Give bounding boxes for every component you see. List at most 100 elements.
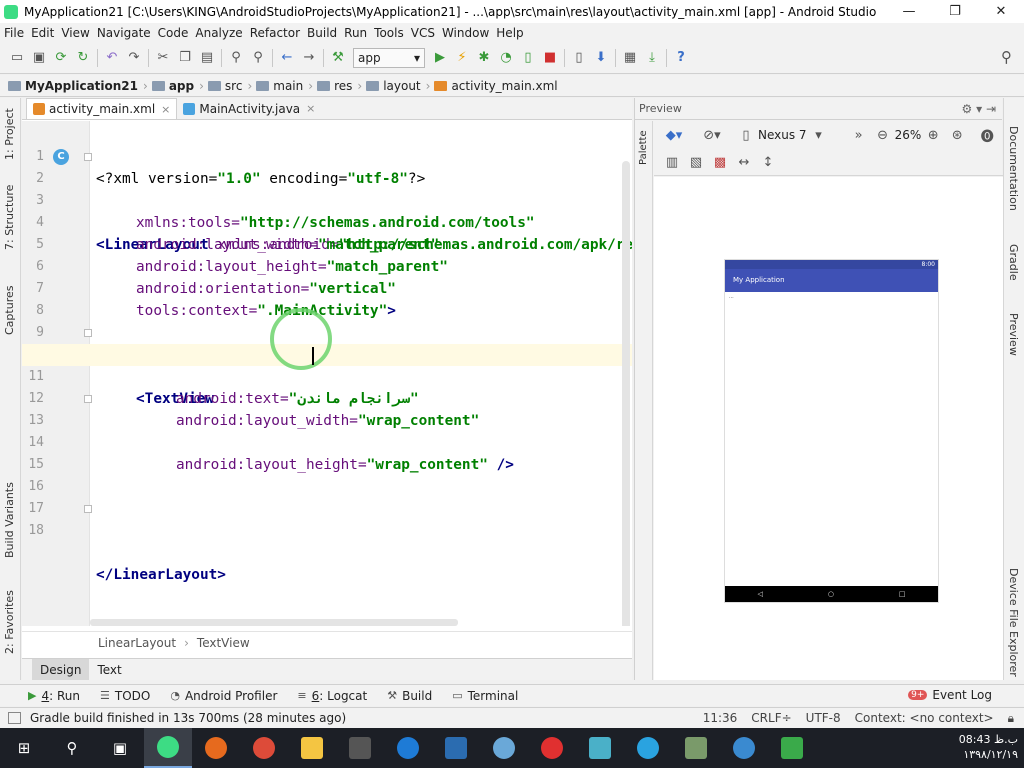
device-select[interactable]: Nexus 7 bbox=[758, 128, 807, 142]
profile-icon[interactable]: ◔ bbox=[495, 47, 517, 69]
paint-icon[interactable] bbox=[480, 728, 528, 768]
tab-activity-main-xml[interactable]: activity_main.xml × bbox=[26, 98, 178, 119]
paste-icon[interactable]: ▤ bbox=[196, 47, 218, 69]
chrome-icon[interactable] bbox=[240, 728, 288, 768]
tool-build-variants[interactable]: Build Variants bbox=[3, 482, 16, 558]
tool-run[interactable]: ▶ 4: Run bbox=[28, 689, 80, 703]
maximize-button[interactable]: ❐ bbox=[932, 0, 978, 23]
tool-favorites[interactable]: 2: Favorites bbox=[3, 590, 16, 654]
project-structure-icon[interactable]: ▦ bbox=[619, 47, 641, 69]
help-icon[interactable]: ? bbox=[670, 47, 692, 69]
tab-text[interactable]: Text bbox=[89, 659, 129, 680]
tool-palette[interactable]: Palette bbox=[638, 130, 649, 165]
nav-crumb-src[interactable]: src › bbox=[207, 79, 252, 93]
nav-crumb-file[interactable]: activity_main.xml bbox=[434, 79, 558, 93]
forward-icon[interactable]: → bbox=[298, 47, 320, 69]
nav-crumb-layout[interactable]: layout › bbox=[366, 79, 430, 93]
zoom-out-icon[interactable]: ⊖ bbox=[871, 125, 895, 145]
avd-manager-icon[interactable]: ▯ bbox=[568, 47, 590, 69]
menu-vcs[interactable]: VCS bbox=[411, 26, 435, 40]
nav-crumb-main[interactable]: main › bbox=[256, 79, 313, 93]
tool-captures[interactable]: Captures bbox=[3, 286, 16, 335]
tool-gradle[interactable]: Gradle bbox=[1007, 244, 1020, 281]
telegram-icon[interactable] bbox=[624, 728, 672, 768]
tool-android-profiler[interactable]: ◔ Android Profiler bbox=[170, 689, 277, 703]
preview-settings-icon[interactable]: ⚙ ▾ ⇥ bbox=[962, 102, 996, 116]
tool-terminal[interactable]: ▭ Terminal bbox=[452, 689, 518, 703]
menu-help[interactable]: Help bbox=[496, 26, 523, 40]
emulator-icon[interactable] bbox=[672, 728, 720, 768]
status-message[interactable]: Gradle build finished in 13s 700ms (28 m… bbox=[30, 711, 346, 725]
tool-windows-toggle-icon[interactable] bbox=[8, 712, 21, 724]
sync-project-icon[interactable]: ↻ bbox=[72, 47, 94, 69]
system-clock[interactable]: 08:43 ب.ظ ۱۳۹۸/۱۲/۱۹ bbox=[959, 732, 1018, 762]
menu-tools[interactable]: Tools bbox=[374, 26, 404, 40]
tool-documentation[interactable]: Documentation bbox=[1007, 126, 1020, 211]
code-area[interactable]: 1 <?xml version="1.0" encoding="utf-8"?>… bbox=[22, 121, 632, 626]
run-icon[interactable]: ▶ bbox=[429, 47, 451, 69]
tool-project[interactable]: 1: Project bbox=[3, 108, 16, 160]
menu-run[interactable]: Run bbox=[344, 26, 367, 40]
device-icon[interactable]: ⤓ bbox=[641, 47, 663, 69]
sdk-manager-icon[interactable]: ⬇ bbox=[590, 47, 612, 69]
file-encoding[interactable]: UTF-8 bbox=[806, 711, 841, 726]
vertical-scrollbar[interactable] bbox=[622, 161, 630, 626]
sync-icon[interactable]: ⟳ bbox=[50, 47, 72, 69]
tool-logcat[interactable]: ≡ 6: Logcat bbox=[297, 689, 367, 703]
menu-build[interactable]: Build bbox=[307, 26, 337, 40]
undo-icon[interactable]: ↶ bbox=[101, 47, 123, 69]
start-icon[interactable]: ⊞ bbox=[0, 728, 48, 768]
nav-crumb-app[interactable]: app › bbox=[151, 79, 204, 93]
tool-todo[interactable]: ☰ TODO bbox=[100, 689, 150, 703]
make-project-icon[interactable]: ⚒ bbox=[327, 47, 349, 69]
fold-marker-icon[interactable] bbox=[84, 153, 92, 161]
back-icon[interactable]: ← bbox=[276, 47, 298, 69]
redo-icon[interactable]: ↷ bbox=[123, 47, 145, 69]
orientation-icon[interactable]: ⊘▾ bbox=[700, 125, 724, 145]
chevron-down-icon[interactable]: ▾ bbox=[807, 125, 831, 145]
horizontal-scrollbar[interactable] bbox=[90, 619, 458, 626]
lock-icon[interactable]: 🔒︎ bbox=[1008, 711, 1014, 726]
phone-text-view[interactable]: ... bbox=[725, 292, 938, 302]
line-separator[interactable]: CRLF÷ bbox=[751, 711, 791, 726]
android-device-icon[interactable] bbox=[768, 728, 816, 768]
blueprint-view-icon[interactable]: ▧ bbox=[684, 153, 708, 173]
app-icon[interactable] bbox=[576, 728, 624, 768]
design-view-icon[interactable]: ▥ bbox=[660, 153, 684, 173]
tool-event-log[interactable]: 9+ Event Log bbox=[908, 688, 992, 702]
attach-debugger-icon[interactable]: ▯ bbox=[517, 47, 539, 69]
tool-preview[interactable]: Preview bbox=[1007, 313, 1020, 356]
caret-position[interactable]: 11:36 bbox=[703, 711, 738, 726]
debug-icon[interactable]: ✱ bbox=[473, 47, 495, 69]
open-folder-icon[interactable]: ▭ bbox=[6, 47, 28, 69]
edge-icon[interactable] bbox=[384, 728, 432, 768]
save-icon[interactable]: ▣ bbox=[28, 47, 50, 69]
menu-refactor[interactable]: Refactor bbox=[250, 26, 300, 40]
close-tab-icon[interactable]: × bbox=[306, 102, 315, 115]
search-icon[interactable]: ⚲ bbox=[48, 728, 96, 768]
fold-marker-icon[interactable] bbox=[84, 395, 92, 403]
copy-icon[interactable]: ❐ bbox=[174, 47, 196, 69]
breadcrumb-text-view[interactable]: TextView bbox=[197, 636, 250, 650]
browser-icon[interactable] bbox=[720, 728, 768, 768]
fold-marker-icon[interactable] bbox=[84, 505, 92, 513]
menu-navigate[interactable]: Navigate bbox=[97, 26, 151, 40]
task-view-icon[interactable]: ▣ bbox=[96, 728, 144, 768]
stop-icon[interactable]: ■ bbox=[539, 47, 561, 69]
nav-crumb-project[interactable]: MyApplication21 › bbox=[8, 79, 148, 93]
zoom-fit-icon[interactable]: ⊛ bbox=[945, 125, 969, 145]
tool-device-file-explorer[interactable]: Device File Explorer bbox=[1007, 568, 1020, 677]
tab-design[interactable]: Design bbox=[32, 659, 90, 680]
menu-view[interactable]: View bbox=[61, 26, 89, 40]
menu-file[interactable]: File bbox=[4, 26, 24, 40]
media-player-icon[interactable] bbox=[432, 728, 480, 768]
context-indicator[interactable]: Context: <no context> bbox=[855, 711, 994, 726]
find-icon[interactable]: ⚲ bbox=[225, 47, 247, 69]
firefox-icon[interactable] bbox=[192, 728, 240, 768]
menu-analyze[interactable]: Analyze bbox=[195, 26, 242, 40]
run-configuration-select[interactable]: app ▾ bbox=[353, 47, 425, 68]
file-explorer-icon[interactable] bbox=[288, 728, 336, 768]
zoom-in-icon[interactable]: ⊕ bbox=[921, 125, 945, 145]
class-gutter-icon[interactable]: C bbox=[53, 149, 69, 165]
search-everywhere-icon[interactable]: ⚲ bbox=[1001, 48, 1012, 66]
